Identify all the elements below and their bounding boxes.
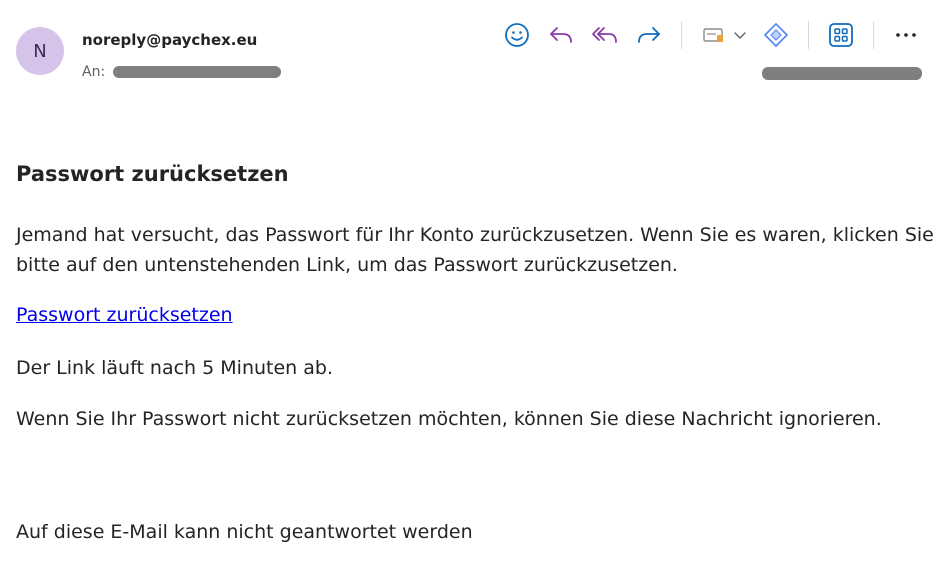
avatar[interactable]: N xyxy=(16,27,64,75)
mail-tag-button[interactable] xyxy=(696,17,732,53)
message-body: Passwort zurücksetzen Jemand hat versuch… xyxy=(16,158,936,543)
chevron-down-icon xyxy=(734,32,746,39)
reaction-button[interactable] xyxy=(499,17,535,53)
more-icon xyxy=(896,33,916,37)
expiry-notice: Der Link läuft nach 5 Minuten ab. xyxy=(16,357,333,379)
mail-tag-icon xyxy=(703,28,723,42)
redacted-date xyxy=(762,67,922,80)
to-label: An: xyxy=(82,64,106,80)
no-reply-footer: Auf diese E-Mail kann nicht geantwortet … xyxy=(16,521,473,543)
apps-button[interactable] xyxy=(823,17,859,53)
smiley-icon xyxy=(505,23,529,47)
reply-button[interactable] xyxy=(543,17,579,53)
message-toolbar xyxy=(495,17,928,53)
reply-all-button[interactable] xyxy=(587,17,623,53)
ignore-notice: Wenn Sie Ihr Passwort nicht zurücksetzen… xyxy=(16,408,882,430)
reply-icon xyxy=(550,27,572,43)
apps-icon xyxy=(829,23,853,47)
toolbar-divider xyxy=(873,21,874,49)
message-paragraph: Jemand hat versucht, das Passwort für Ih… xyxy=(16,224,934,276)
avatar-initial: N xyxy=(33,40,47,62)
message-heading: Passwort zurücksetzen xyxy=(16,162,289,186)
more-actions-button[interactable] xyxy=(888,17,924,53)
toolbar-divider xyxy=(681,21,682,49)
toolbar-divider xyxy=(808,21,809,49)
sender-address[interactable]: noreply@paychex.eu xyxy=(82,31,257,49)
reply-all-icon xyxy=(592,27,617,43)
reset-password-link[interactable]: Passwort zurücksetzen xyxy=(16,300,233,330)
mail-tag-dropdown[interactable] xyxy=(732,17,748,53)
forward-button[interactable] xyxy=(631,17,667,53)
redacted-recipient xyxy=(113,66,282,78)
email-reading-pane: N noreply@paychex.eu An: Passwort zurück… xyxy=(0,0,948,576)
immersive-reader-icon xyxy=(764,23,788,47)
forward-icon xyxy=(638,27,660,43)
recipient-row: An: xyxy=(82,64,282,80)
immersive-reader-button[interactable] xyxy=(758,17,794,53)
